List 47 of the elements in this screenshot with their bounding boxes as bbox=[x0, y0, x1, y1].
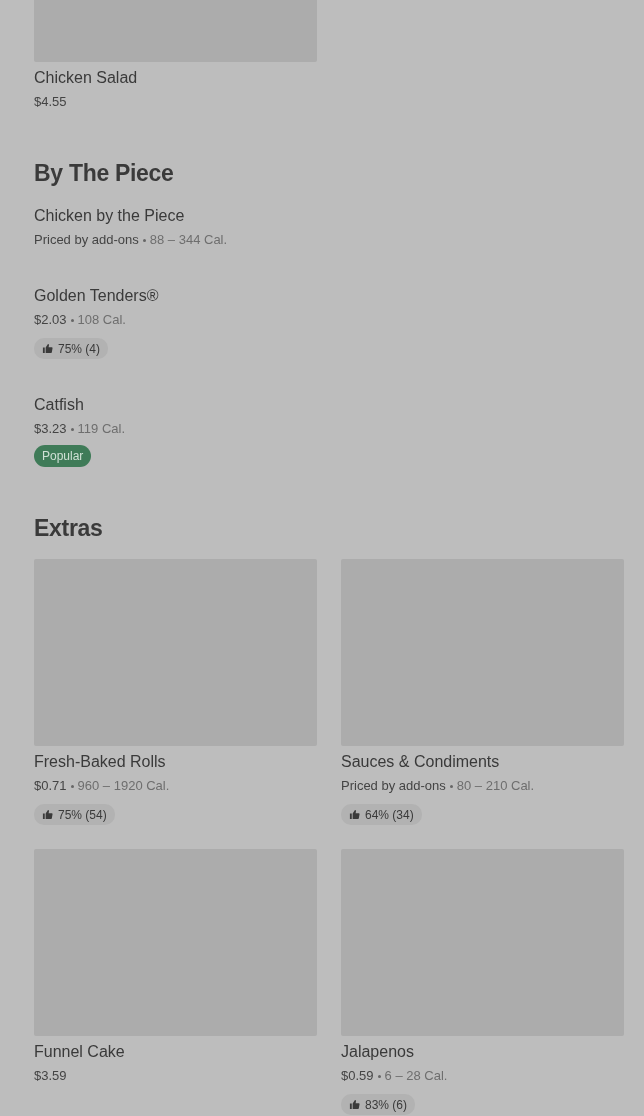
separator-dot bbox=[70, 784, 74, 788]
rating-text: 75% (4) bbox=[58, 341, 101, 356]
item-price: $4.55 bbox=[34, 93, 67, 111]
item-name: Jalapenos bbox=[341, 1042, 414, 1062]
thumbs-up-icon bbox=[42, 343, 53, 354]
item-calories: 6 – 28 Cal. bbox=[384, 1067, 448, 1085]
item-name: Sauces & Condiments bbox=[341, 752, 500, 772]
section-heading: Extras bbox=[34, 514, 104, 543]
menu-item-card[interactable]: Catfish $3.23 119 Cal. Popular bbox=[34, 393, 624, 467]
rating-text: 75% (54) bbox=[58, 807, 107, 822]
thumbs-up-icon bbox=[349, 809, 360, 820]
item-calories: 108 Cal. bbox=[77, 311, 126, 329]
item-calories: 960 – 1920 Cal. bbox=[77, 777, 170, 795]
item-calories: 88 – 344 Cal. bbox=[149, 231, 228, 249]
item-calories: 119 Cal. bbox=[77, 420, 125, 438]
thumbs-up-icon bbox=[42, 809, 53, 820]
item-price: $0.71 bbox=[34, 777, 67, 795]
menu-item-card[interactable]: Chicken by the Piece Priced by add-ons 88 – 344 Cal. bbox=[34, 204, 624, 250]
item-price: $3.23 bbox=[34, 420, 67, 438]
item-name: Chicken by the Piece bbox=[34, 206, 185, 226]
item-name: Golden Tenders® bbox=[34, 286, 159, 306]
separator-dot bbox=[449, 784, 453, 788]
item-price: $3.59 bbox=[34, 1067, 67, 1085]
item-price: Priced by add-ons bbox=[34, 231, 139, 249]
item-price: $2.03 bbox=[34, 311, 67, 329]
rating-text: 64% (34) bbox=[365, 807, 414, 822]
item-calories: 80 – 210 Cal. bbox=[456, 777, 535, 795]
separator-dot bbox=[70, 427, 74, 431]
menu-item-card[interactable]: Golden Tenders® $2.03 108 Cal. 75% (4) bbox=[34, 284, 624, 359]
popular-badge: Popular bbox=[34, 445, 92, 467]
item-name: Fresh-Baked Rolls bbox=[34, 752, 166, 772]
menu-item-card[interactable]: Fresh-Baked Rolls $0.71 960 – 1920 Cal. 75% (54) bbox=[34, 559, 317, 825]
menu-item-card[interactable]: Sauces & Condiments Priced by add-ons 80 – 210 Cal. 64% (34) bbox=[341, 559, 624, 825]
menu-item-card[interactable]: Chicken Salad $4.55 bbox=[34, 0, 317, 112]
rating-text: 83% (6) bbox=[365, 1097, 408, 1112]
menu-item-card[interactable]: Jalapenos $0.59 6 – 28 Cal. 83% (6) bbox=[341, 849, 624, 1115]
section-heading: By The Piece bbox=[34, 159, 175, 188]
item-name: Chicken Salad bbox=[34, 68, 138, 88]
item-name: Catfish bbox=[34, 395, 84, 415]
item-name: Funnel Cake bbox=[34, 1042, 125, 1062]
item-price: Priced by add-ons bbox=[341, 777, 446, 795]
menu-item-card[interactable]: Funnel Cake $3.59 bbox=[34, 849, 317, 1115]
item-price: $0.59 bbox=[341, 1067, 374, 1085]
separator-dot bbox=[377, 1074, 381, 1078]
thumbs-up-icon bbox=[349, 1099, 360, 1110]
separator-dot bbox=[70, 318, 74, 322]
separator-dot bbox=[142, 238, 146, 242]
